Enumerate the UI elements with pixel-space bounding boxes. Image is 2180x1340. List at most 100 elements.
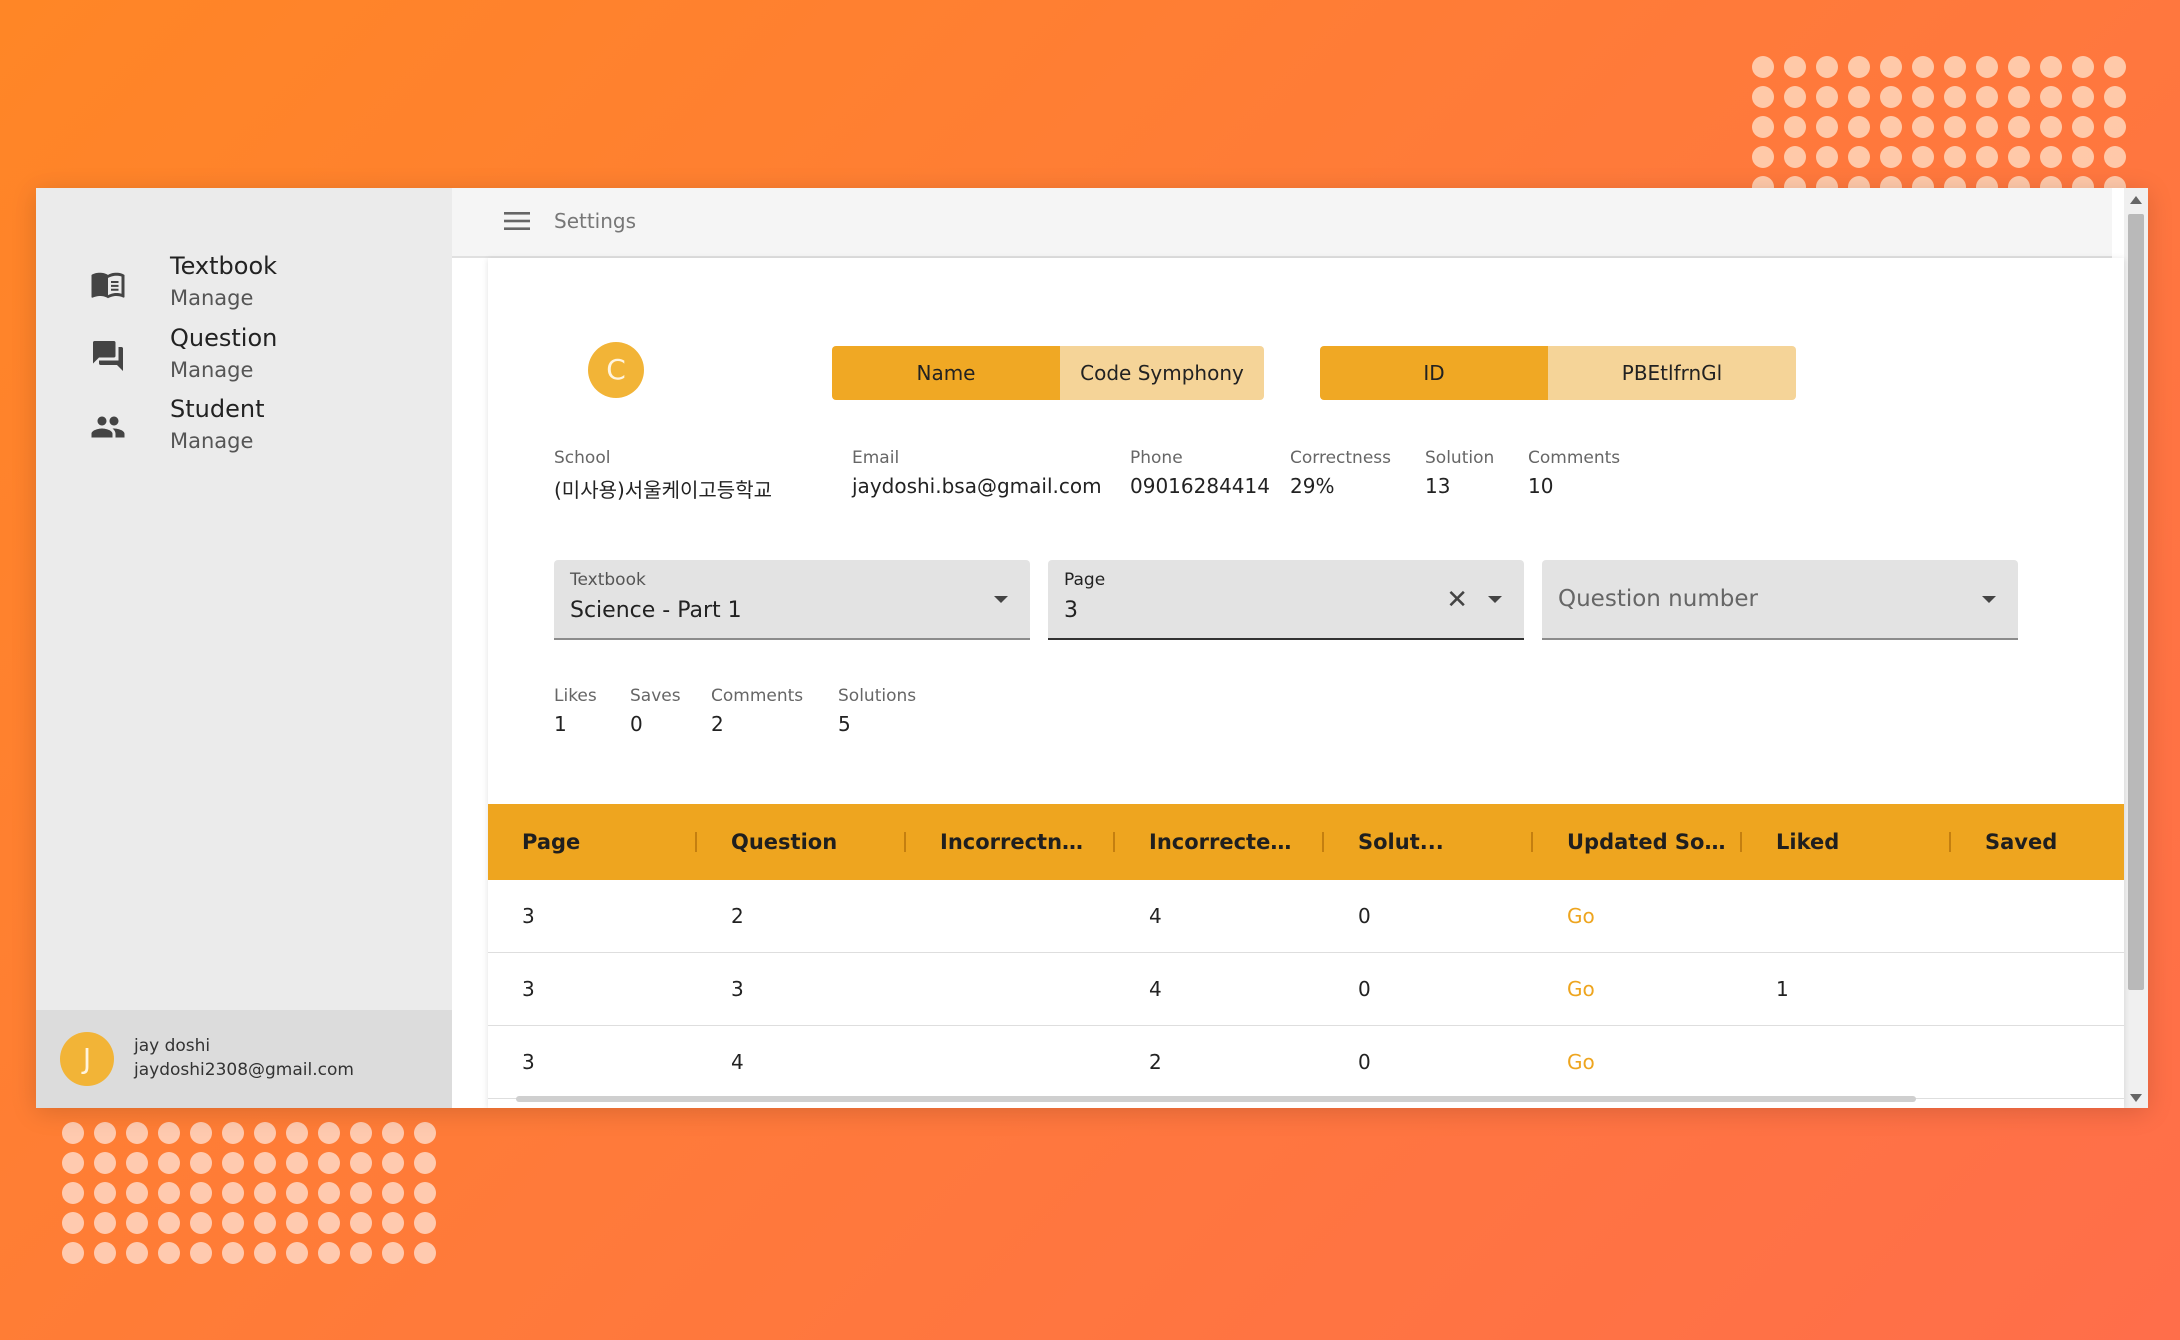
vertical-scrollbar[interactable]	[2124, 188, 2148, 1108]
textbook-select-label: Textbook	[570, 570, 646, 590]
avatar: C	[588, 342, 644, 398]
id-value: PBEtlfrnGl	[1548, 346, 1796, 400]
decorative-dot	[2040, 146, 2062, 168]
column-header-liked[interactable]: Liked	[1776, 804, 1946, 880]
go-link[interactable]: Go	[1567, 953, 1595, 1025]
decorative-dot	[414, 1122, 436, 1144]
chevron-down-icon[interactable]	[1982, 596, 1996, 603]
page-select-label: Page	[1064, 570, 1106, 590]
decorative-dot	[1816, 116, 1838, 138]
column-header-solutions[interactable]: Solut...	[1358, 804, 1508, 880]
table-row[interactable]: 3 4 2 0 Go	[488, 1026, 2124, 1099]
decorative-dot	[414, 1152, 436, 1174]
textbook-select[interactable]: Textbook Science - Part 1	[554, 560, 1030, 640]
column-header-updated-solution[interactable]: Updated Sol...	[1567, 804, 1727, 880]
column-header-incorrected[interactable]: Incorrected ...	[1149, 804, 1299, 880]
stat-label: Solution	[1425, 448, 1495, 468]
stat-value: jaydoshi.bsa@gmail.com	[852, 474, 1102, 498]
cell-solutions: 0	[1358, 904, 1371, 928]
decorative-dot	[94, 1212, 116, 1234]
page-select[interactable]: Page 3 ✕	[1048, 560, 1524, 640]
decorative-dot	[286, 1152, 308, 1174]
avatar: J	[60, 1032, 114, 1086]
decorative-dot	[382, 1182, 404, 1204]
decorative-dot	[286, 1242, 308, 1264]
decorative-dot	[1784, 116, 1806, 138]
decorative-dot	[414, 1212, 436, 1234]
decorative-dot	[94, 1122, 116, 1144]
column-separator[interactable]	[695, 832, 697, 852]
sidebar-item-title: Question	[170, 324, 278, 352]
decorative-dot	[382, 1212, 404, 1234]
sidebar: Textbook Manage Question Manage Student …	[36, 188, 452, 1108]
decorative-dot	[126, 1122, 148, 1144]
stat-label: Comments	[1528, 448, 1621, 468]
scroll-down-arrow-icon[interactable]	[2130, 1094, 2142, 1102]
decorative-dots-top-right	[1752, 56, 2136, 188]
stat-value: 09016284414	[1130, 474, 1270, 498]
decorative-dot	[254, 1212, 276, 1234]
column-separator[interactable]	[1949, 832, 1951, 852]
cell-page: 3	[522, 977, 535, 1001]
column-header-question[interactable]: Question	[731, 804, 901, 880]
cell-incorrected: 4	[1149, 977, 1162, 1001]
book-icon	[91, 272, 125, 299]
decorative-dot	[62, 1182, 84, 1204]
cell-liked: 1	[1776, 977, 1789, 1001]
decorative-dot	[2008, 176, 2030, 188]
stat-value: 0	[630, 712, 643, 736]
go-link[interactable]: Go	[1567, 1026, 1595, 1098]
textbook-select-value: Science - Part 1	[570, 598, 742, 623]
column-header-page[interactable]: Page	[522, 804, 692, 880]
decorative-dot	[190, 1242, 212, 1264]
menu-icon[interactable]	[502, 210, 532, 232]
decorative-dot	[62, 1152, 84, 1174]
sidebar-item-subtitle: Manage	[170, 358, 254, 382]
column-separator[interactable]	[904, 832, 906, 852]
column-header-saved[interactable]: Saved	[1985, 804, 2115, 880]
decorative-dot	[126, 1182, 148, 1204]
decorative-dot	[2008, 116, 2030, 138]
stat-value: (미사용)서울케이고등학교	[554, 478, 773, 502]
stat-label: School	[554, 448, 611, 468]
decorative-dot	[1880, 176, 1902, 188]
stat-value: 1	[554, 712, 567, 736]
cell-incorrected: 4	[1149, 904, 1162, 928]
close-icon[interactable]: ✕	[1446, 585, 1468, 615]
chevron-down-icon[interactable]	[994, 596, 1008, 603]
chevron-down-icon[interactable]	[1488, 596, 1502, 603]
decorative-dot	[2104, 146, 2126, 168]
decorative-dot	[1816, 86, 1838, 108]
decorative-dot	[1752, 176, 1774, 188]
stat-value: 5	[838, 712, 851, 736]
stat-label: Solutions	[838, 686, 917, 706]
stat-value: 2	[711, 712, 724, 736]
column-header-incorrectness[interactable]: Incorrectne...	[940, 804, 1090, 880]
column-separator[interactable]	[1531, 832, 1533, 852]
column-separator[interactable]	[1322, 832, 1324, 852]
horizontal-scrollbar[interactable]	[516, 1096, 1916, 1102]
decorative-dot	[2072, 176, 2094, 188]
go-link[interactable]: Go	[1567, 880, 1595, 952]
decorative-dot	[1816, 56, 1838, 78]
sidebar-item-student[interactable]: Student Manage	[36, 381, 452, 465]
table-header: Page Question Incorrectne... Incorrected…	[488, 804, 2124, 880]
question-number-select[interactable]: Question number	[1542, 560, 2018, 640]
column-separator[interactable]	[1113, 832, 1115, 852]
current-user[interactable]: J jay doshi jaydoshi2308@gmail.com	[36, 1010, 452, 1108]
stat-label: Likes	[554, 686, 597, 706]
stat-value: 29%	[1290, 474, 1335, 498]
decorative-dot	[1976, 86, 1998, 108]
cell-solutions: 0	[1358, 1050, 1371, 1074]
cell-page: 3	[522, 1050, 535, 1074]
app-window: Textbook Manage Question Manage Student …	[36, 188, 2148, 1108]
table-row[interactable]: 3 3 4 0 Go 1	[488, 953, 2124, 1026]
decorative-dot	[1784, 146, 1806, 168]
column-separator[interactable]	[1740, 832, 1742, 852]
scrollbar-thumb[interactable]	[2128, 214, 2144, 990]
chat-icon	[93, 341, 123, 371]
decorative-dot	[158, 1242, 180, 1264]
scroll-up-arrow-icon[interactable]	[2130, 196, 2142, 204]
decorative-dot	[2008, 86, 2030, 108]
table-row[interactable]: 3 2 4 0 Go	[488, 880, 2124, 953]
